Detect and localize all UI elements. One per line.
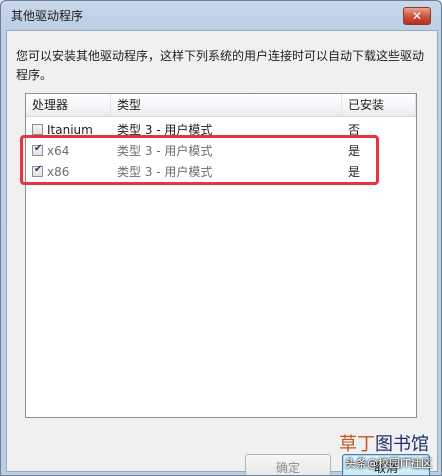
watermark-accent: 草丁 bbox=[339, 434, 375, 455]
watermark-credit: 头条@校园IT社区 bbox=[345, 457, 432, 470]
watermark-logo: 草丁图书馆 bbox=[339, 430, 429, 456]
close-button[interactable]: ✕ bbox=[403, 7, 431, 25]
column-header-type[interactable]: 类型 bbox=[111, 94, 342, 116]
list-header: 处理器 类型 已安装 bbox=[26, 94, 416, 117]
watermark-rest: 图书馆 bbox=[375, 434, 429, 455]
column-header-installed[interactable]: 已安装 bbox=[342, 94, 416, 116]
ok-button[interactable]: 确定 bbox=[245, 454, 331, 475]
column-header-processor[interactable]: 处理器 bbox=[26, 94, 111, 116]
highlight-annotation bbox=[20, 135, 379, 185]
title-bar[interactable]: 其他驱动程序 ✕ bbox=[1, 1, 441, 29]
dialog-window: 其他驱动程序 ✕ 您可以安装其他驱动程序，这样下列系统的用户连接时可以自动下载这… bbox=[0, 0, 442, 476]
close-icon: ✕ bbox=[411, 9, 423, 23]
dialog-body: 您可以安装其他驱动程序，这样下列系统的用户连接时可以自动下载这些驱动程序。 处理… bbox=[6, 30, 438, 475]
description-text: 您可以安装其他驱动程序，这样下列系统的用户连接时可以自动下载这些驱动程序。 bbox=[16, 49, 425, 82]
window-title: 其他驱动程序 bbox=[11, 9, 84, 23]
checkbox-itanium[interactable] bbox=[32, 124, 43, 135]
